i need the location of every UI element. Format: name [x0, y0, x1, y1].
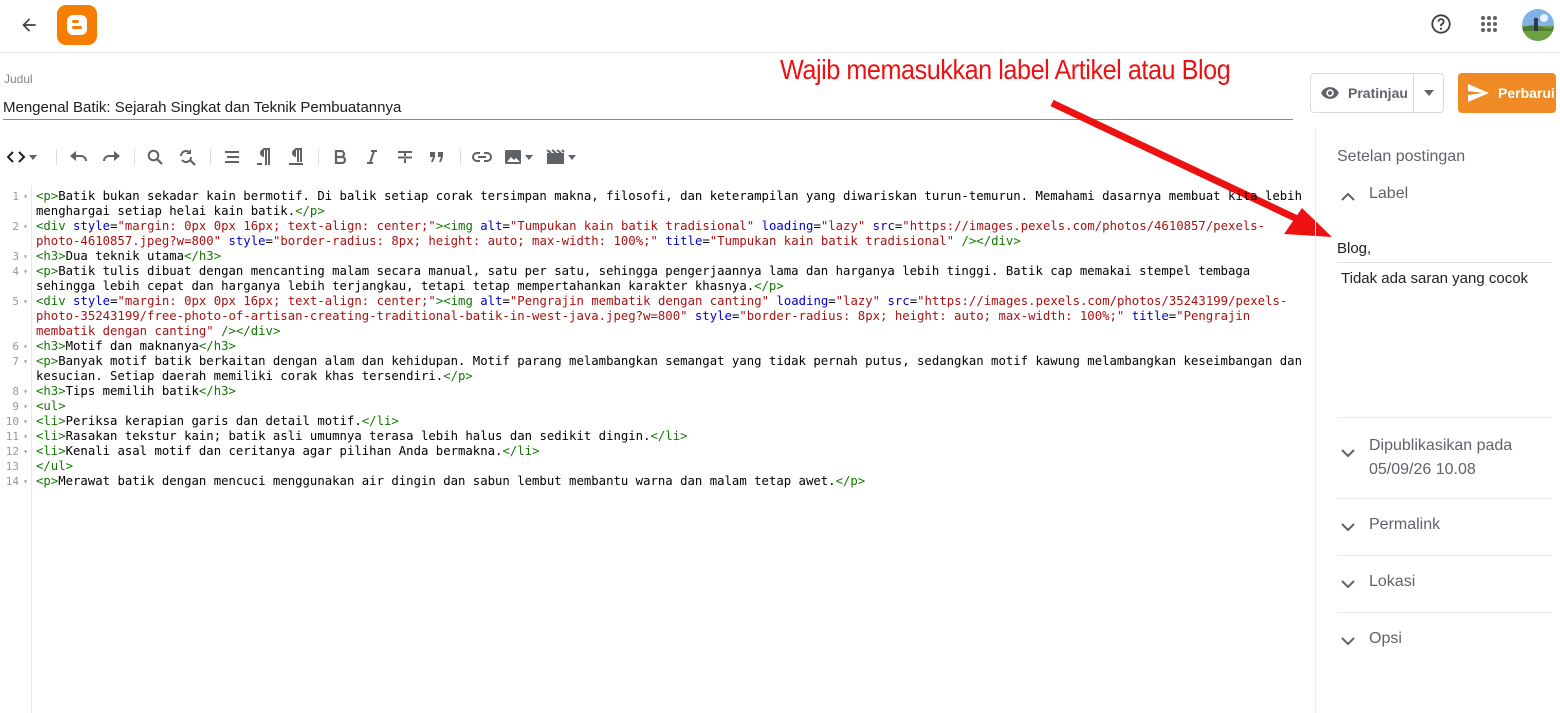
apps-grid-icon[interactable] [1473, 8, 1505, 40]
code-line[interactable]: <h3>Motif dan maknanya</h3> [36, 339, 1306, 354]
published-section-header[interactable]: Dipublikasikan pada 05/09/26 10.08 [1337, 434, 1552, 482]
fold-arrow-icon[interactable]: ▾ [23, 444, 28, 459]
fold-arrow-icon[interactable]: ▾ [23, 414, 28, 429]
chevron-down-icon [1337, 630, 1359, 652]
undo-icon[interactable] [68, 146, 90, 168]
publish-label: Perbarui [1498, 85, 1555, 101]
fold-arrow-icon[interactable]: ▾ [23, 219, 28, 234]
redo-icon[interactable] [100, 146, 122, 168]
eye-icon [1321, 87, 1339, 99]
divider [1337, 612, 1552, 613]
back-arrow-icon[interactable] [14, 10, 44, 40]
code-line[interactable]: <li>Rasakan tekstur kain; batik asli umu… [36, 429, 1306, 444]
fold-arrow-icon[interactable]: ▾ [23, 354, 28, 369]
published-datetime: 05/09/26 10.08 [1369, 461, 1476, 478]
italic-icon[interactable] [362, 146, 382, 168]
code-line[interactable]: <p>Banyak motif batik berkaitan dengan a… [36, 354, 1306, 384]
fold-arrow-icon[interactable]: ▾ [23, 399, 28, 414]
no-suggestion-text: Tidak ada saran yang cocok [1341, 270, 1529, 287]
toolbar-divider [56, 149, 57, 165]
label-suggestion-box: Tidak ada saran yang cocok [1337, 262, 1552, 293]
toolbar-divider [318, 149, 319, 165]
code-line[interactable]: <div style="margin: 0px 0px 16px; text-a… [36, 219, 1306, 249]
strikethrough-icon[interactable] [394, 146, 416, 168]
published-title: Dipublikasikan pada [1369, 437, 1513, 454]
search-icon[interactable] [145, 146, 165, 168]
send-icon [1468, 84, 1489, 102]
options-title: Opsi [1369, 630, 1402, 647]
location-title: Lokasi [1369, 573, 1416, 590]
code-line[interactable]: <ul> [36, 399, 1306, 414]
chevron-down-icon [1337, 573, 1359, 595]
bold-icon[interactable] [330, 146, 350, 168]
chevron-down-icon [1337, 516, 1359, 538]
top-bar [0, 0, 1560, 53]
sidebar-title: Setelan postingan [1337, 148, 1466, 165]
fold-arrow-icon[interactable]: ▾ [23, 384, 28, 399]
chevron-up-icon [1337, 185, 1359, 207]
user-avatar[interactable] [1522, 9, 1554, 41]
code-line[interactable]: <div style="margin: 0px 0px 16px; text-a… [36, 294, 1306, 339]
label-section-title: Label [1369, 185, 1409, 202]
divider [1337, 498, 1552, 499]
preview-button[interactable]: Pratinjau [1311, 74, 1413, 112]
label-section-header[interactable]: Label [1337, 185, 1552, 207]
line-number-gutter: 1 ▾ 2 ▾ 3 ▾ 4 ▾ 5 ▾ 6 ▾ 7 ▾ 8 ▾ 9 ▾ 10 ▾ 11 ▾ 12 ▾ 13 14 ▾ [0, 186, 32, 713]
code-line[interactable]: <p>Merawat batik dengan mencuci mengguna… [36, 474, 1306, 489]
fold-arrow-icon[interactable]: ▾ [23, 249, 28, 264]
permalink-title: Permalink [1369, 516, 1441, 533]
help-circle-icon[interactable] [1425, 8, 1457, 40]
options-section-header[interactable]: Opsi [1337, 630, 1552, 652]
code-line[interactable]: </ul> [36, 459, 1306, 474]
code-line[interactable]: <h3>Dua teknik utama</h3> [36, 249, 1306, 264]
quote-icon[interactable] [426, 146, 448, 168]
publish-button[interactable]: Perbarui [1458, 73, 1556, 113]
fold-arrow-icon[interactable]: ▾ [23, 429, 28, 444]
preview-button-group: Pratinjau [1310, 73, 1444, 113]
fold-arrow-icon[interactable]: ▾ [23, 339, 28, 354]
fold-arrow-icon[interactable]: ▾ [23, 189, 28, 204]
preview-label: Pratinjau [1348, 85, 1408, 101]
find-replace-icon[interactable] [176, 146, 198, 168]
label-input[interactable]: Blog, [1337, 240, 1552, 257]
toolbar-divider [134, 149, 135, 165]
code-line[interactable]: <li>Periksa kerapian garis dan detail mo… [36, 414, 1306, 429]
html-code-editor[interactable]: 1 ▾ 2 ▾ 3 ▾ 4 ▾ 5 ▾ 6 ▾ 7 ▾ 8 ▾ 9 ▾ 10 ▾ 11 ▾ 12 ▾ 13 14 ▾ <p>Bati… [0, 186, 1310, 713]
annotation-text: Wajib memasukkan label Artikel atau Blog [780, 54, 1231, 85]
code-line[interactable]: <p>Batik tulis dibuat dengan mencanting … [36, 264, 1306, 294]
preview-dropdown-caret-icon[interactable] [1413, 74, 1443, 112]
code-line[interactable]: <h3>Tips memilih batik</h3> [36, 384, 1306, 399]
toolbar-divider [210, 149, 211, 165]
fold-arrow-icon[interactable]: ▾ [23, 294, 28, 309]
code-line[interactable]: <li>Kenali asal motif dan ceritanya agar… [36, 444, 1306, 459]
insert-image-icon[interactable] [504, 146, 536, 168]
permalink-section-header[interactable]: Permalink [1337, 516, 1552, 538]
chevron-down-icon [1337, 442, 1359, 464]
paragraph-direction-icon[interactable] [286, 146, 306, 168]
link-icon[interactable] [471, 146, 493, 168]
fold-arrow-icon[interactable]: ▾ [23, 264, 28, 279]
insert-video-icon[interactable] [546, 146, 578, 168]
blogger-logo-icon[interactable] [57, 5, 97, 45]
divider [1337, 417, 1552, 418]
format-align-icon[interactable] [222, 146, 242, 168]
fold-arrow-icon[interactable]: ▾ [23, 474, 28, 489]
code-view-icon[interactable] [5, 146, 39, 168]
location-section-header[interactable]: Lokasi [1337, 573, 1552, 595]
toolbar-divider [460, 149, 461, 165]
title-field-label: Judul [4, 72, 33, 86]
code-line[interactable]: <p>Batik bukan sekadar kain bermotif. Di… [36, 189, 1306, 219]
code-content[interactable]: <p>Batik bukan sekadar kain bermotif. Di… [36, 189, 1306, 489]
post-settings-sidebar: Setelan postingan Label Blog, Tidak ada … [1315, 128, 1560, 713]
paragraph-icon[interactable] [254, 146, 274, 168]
divider [1337, 555, 1552, 556]
editor-toolbar [0, 142, 600, 172]
